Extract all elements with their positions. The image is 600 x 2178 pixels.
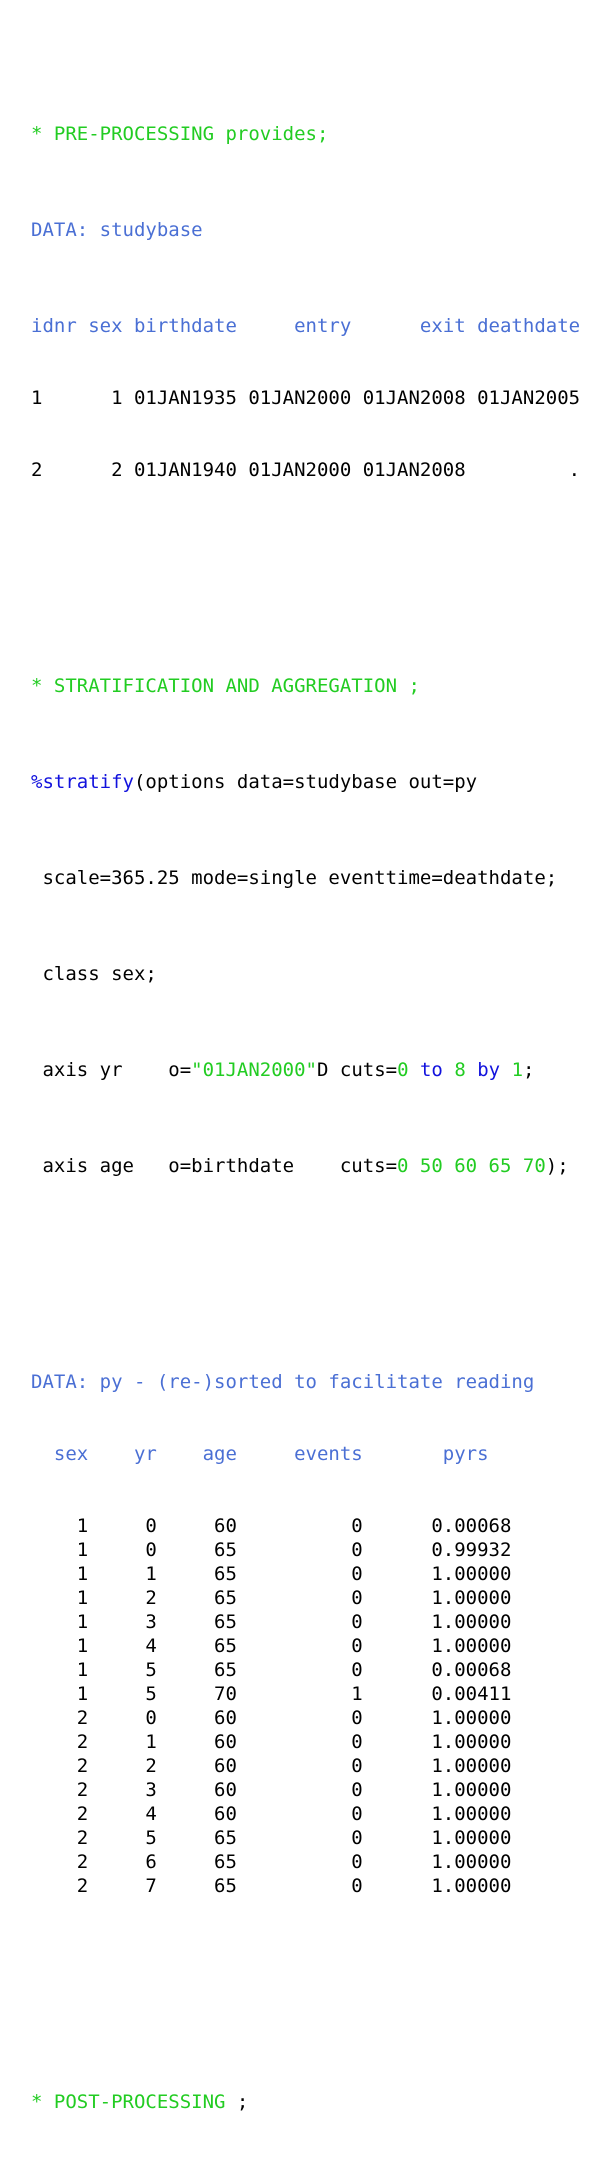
table-row: 2 3 60 0 1.00000 (31, 1778, 600, 1802)
table-row: 1 5 70 1 0.00411 (31, 1682, 600, 1706)
table-row: 2 4 60 0 1.00000 (31, 1802, 600, 1826)
comment-text: * POST-PROCESSING (31, 2091, 237, 2113)
macro-args: (options data=studybase out=py (133, 771, 478, 793)
dataset-label-text: DATA: studybase (31, 219, 203, 241)
axis-age-cuts: 0 50 60 65 70 (397, 1155, 546, 1177)
sas-code-listing: * PRE-PROCESSING provides; DATA: studyba… (0, 0, 600, 2178)
table-row: 2 2 01JAN1940 01JAN2000 01JAN2008 . (31, 459, 581, 481)
comment-terminator: ; (236, 2091, 249, 2113)
dataset-label-text: DATA: py - (re-)sorted to facilitate rea… (31, 1371, 535, 1393)
axis-yr-prefix: axis yr o= (31, 1059, 192, 1081)
table-row: 2 0 60 0 1.00000 (31, 1706, 600, 1730)
table-row-text: 1 1 65 0 1.00000 (31, 1563, 512, 1585)
axis-yr-cut-step: 1 (511, 1059, 524, 1081)
table-row-text: 2 0 60 0 1.00000 (31, 1707, 512, 1729)
axis-yr-keyword-to: to (419, 1059, 443, 1081)
axis-yr-keyword-by: by (477, 1059, 501, 1081)
table-row: 1 3 65 0 1.00000 (31, 1610, 600, 1634)
macro-call-stratify: %stratify(options data=studybase out=py (31, 770, 600, 794)
py-table-body: 1 0 60 0 0.00068 1 0 65 0 0.99932 1 1 65… (31, 1514, 600, 1898)
comment-text: * STRATIFICATION AND AGGREGATION ; (31, 675, 420, 697)
table-row: 1 2 65 0 1.00000 (31, 1586, 600, 1610)
comment-text: * PRE-PROCESSING provides; (31, 123, 329, 145)
table-row-text: 2 2 60 0 1.00000 (31, 1755, 512, 1777)
table-row: 2 2 60 0 1.00000 (31, 1754, 600, 1778)
table-row-text: 1 0 65 0 0.99932 (31, 1539, 512, 1561)
macro-statement-class: class sex; (31, 962, 600, 986)
table-row-text: 1 5 70 1 0.00411 (31, 1683, 512, 1705)
table-row: 1 5 65 0 0.00068 (31, 1658, 600, 1682)
axis-statement-age: axis age o=birthdate cuts=0 50 60 65 70)… (31, 1154, 600, 1178)
py-table-header: sex yr age events pyrs (31, 1442, 600, 1466)
axis-age-prefix: axis age o=birthdate cuts= (31, 1155, 398, 1177)
axis-yr-cut-end: 8 (454, 1059, 466, 1081)
table-row-text: 1 0 60 0 0.00068 (31, 1515, 512, 1537)
macro-statement-class-text: class sex; (31, 963, 157, 985)
axis-age-terminator: ); (545, 1155, 569, 1177)
table-row: 2 5 65 0 1.00000 (31, 1826, 600, 1850)
table-row: 1 1 65 0 1.00000 (31, 1562, 600, 1586)
table-row-text: 2 6 65 0 1.00000 (31, 1851, 512, 1873)
table-row-text: 1 3 65 0 1.00000 (31, 1611, 512, 1633)
axis-yr-cut-start: 0 (397, 1059, 409, 1081)
table-row: 1 1 01JAN1935 01JAN2000 01JAN2008 01JAN2… (31, 387, 581, 409)
studybase-header-text: idnr sex birthdate entry exit deathdate (31, 315, 581, 337)
axis-yr-terminator: ; (523, 1059, 535, 1081)
axis-statement-yr: axis yr o="01JAN2000"D cuts=0 to 8 by 1; (31, 1058, 600, 1082)
table-row-text: 1 4 65 0 1.00000 (31, 1635, 512, 1657)
table-row: 1 0 60 0 0.00068 (31, 1514, 600, 1538)
macro-option-scale: scale=365.25 mode=single eventtime=death… (31, 866, 600, 890)
table-row-text: 2 5 65 0 1.00000 (31, 1827, 512, 1849)
dataset-label-studybase: DATA: studybase (31, 218, 600, 242)
macro-name: %stratify (31, 771, 134, 793)
comment-line-postprocessing: * POST-PROCESSING ; (31, 2090, 600, 2114)
studybase-table-header: idnr sex birthdate entry exit deathdate (31, 314, 600, 338)
py-header-text: sex yr age events pyrs (31, 1443, 489, 1465)
table-row-text: 2 4 60 0 1.00000 (31, 1803, 512, 1825)
comment-line-stratification: * STRATIFICATION AND AGGREGATION ; (31, 674, 600, 698)
macro-option-scale-text: scale=365.25 mode=single eventtime=death… (31, 867, 558, 889)
table-row: 2 6 65 0 1.00000 (31, 1850, 600, 1874)
table-row-text: 2 3 60 0 1.00000 (31, 1779, 512, 1801)
table-row-text: 2 7 65 0 1.00000 (31, 1875, 512, 1897)
table-row-text: 1 2 65 0 1.00000 (31, 1587, 512, 1609)
comment-line-preprocessing: * PRE-PROCESSING provides; (31, 122, 600, 146)
table-row: 2 7 65 0 1.00000 (31, 1874, 600, 1898)
table-row: 1 0 65 0 0.99932 (31, 1538, 600, 1562)
dataset-label-py: DATA: py - (re-)sorted to facilitate rea… (31, 1370, 600, 1394)
axis-yr-date-suffix: D cuts= (317, 1059, 398, 1081)
axis-yr-date-literal: "01JAN2000" (191, 1059, 317, 1081)
table-row-text: 2 1 60 0 1.00000 (31, 1731, 512, 1753)
table-row: 1 4 65 0 1.00000 (31, 1634, 600, 1658)
table-row: 2 1 60 0 1.00000 (31, 1730, 600, 1754)
table-row-text: 1 5 65 0 0.00068 (31, 1659, 512, 1681)
